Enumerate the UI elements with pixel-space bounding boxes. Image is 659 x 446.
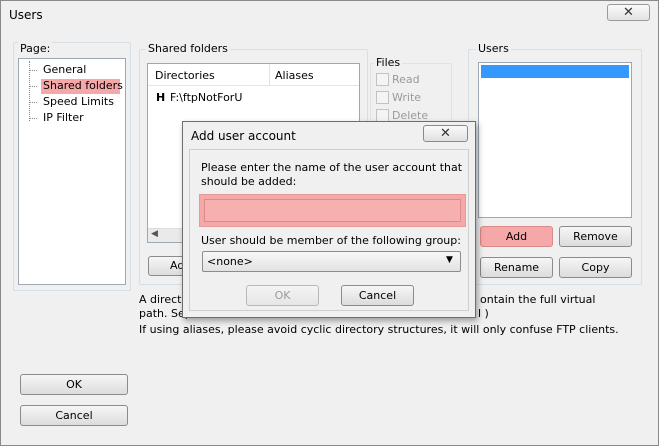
remove-user-button[interactable]: Remove (559, 226, 632, 247)
column-aliases[interactable]: Aliases (275, 69, 314, 82)
tree-item-ip-filter[interactable]: IP Filter (43, 111, 84, 124)
dialog-close-button[interactable]: ✕ (423, 125, 468, 142)
close-icon: ✕ (440, 126, 451, 141)
shared-folders-label: Shared folders (146, 42, 230, 55)
column-directories[interactable]: Directories (155, 69, 215, 82)
group-label: User should be member of the following g… (201, 234, 461, 247)
window-close-button[interactable]: ✕ (607, 4, 650, 21)
tree-item-general[interactable]: General (43, 63, 86, 76)
user-name-input[interactable] (204, 199, 461, 222)
tree-item-shared-folders[interactable]: Shared folders (43, 79, 123, 92)
cancel-button[interactable]: Cancel (20, 405, 128, 426)
info-text-1-right: ontain the full virtual (480, 293, 596, 306)
info-text-2-right: l ) (478, 307, 489, 320)
dialog-title: Add user account (191, 129, 296, 143)
list-header: Directories Aliases (148, 64, 359, 86)
page-label: Page: (18, 42, 53, 55)
write-checkbox[interactable] (376, 91, 389, 104)
files-label: Files (374, 56, 403, 69)
rename-user-button[interactable]: Rename (480, 257, 553, 278)
home-marker: H (156, 91, 166, 104)
group-select[interactable]: <none> ▼ (202, 251, 461, 272)
tree-item-speed-limits[interactable]: Speed Limits (43, 95, 114, 108)
users-list[interactable] (478, 62, 632, 218)
chevron-down-icon: ▼ (446, 255, 453, 265)
add-user-dialog: Add user account ✕ Please enter the name… (182, 121, 476, 318)
dialog-body: Please enter the name of the user accoun… (189, 149, 469, 311)
add-user-button[interactable]: Add (480, 226, 553, 247)
info-text-3: If using aliases, please avoid cyclic di… (139, 323, 619, 336)
dialog-prompt: Please enter the name of the user accoun… (201, 161, 463, 188)
dialog-cancel-button[interactable]: Cancel (341, 285, 414, 306)
group-select-value: <none> (207, 255, 253, 268)
users-label: Users (476, 42, 511, 55)
copy-user-button[interactable]: Copy (559, 257, 632, 278)
read-checkbox[interactable] (376, 73, 389, 86)
selected-user-row[interactable] (481, 65, 629, 78)
page-tree[interactable]: General Shared folders Speed Limits IP F… (18, 58, 126, 285)
write-label: Write (392, 91, 422, 104)
directory-row[interactable]: F:\ftpNotForU (170, 91, 242, 104)
window-title: Users (9, 8, 43, 22)
ok-button[interactable]: OK (20, 374, 128, 395)
close-icon: ✕ (623, 5, 634, 20)
read-label: Read (392, 73, 420, 86)
scroll-left-icon[interactable]: ◀ (151, 229, 158, 239)
info-text-1-left: A directo (139, 293, 189, 306)
dialog-ok-button[interactable]: OK (246, 285, 319, 306)
